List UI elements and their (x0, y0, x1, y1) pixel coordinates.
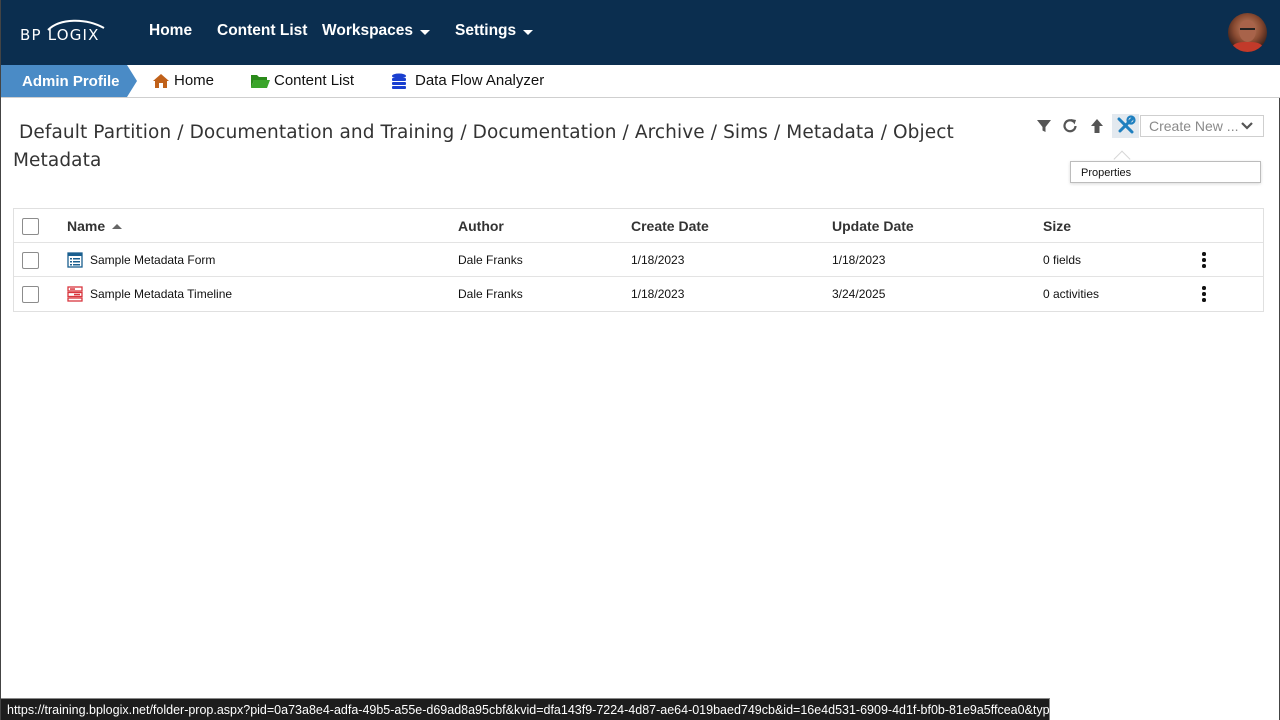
form-icon (67, 252, 83, 268)
row-name-cell[interactable]: Sample Metadata Form (67, 243, 215, 277)
row-size: 0 activities (1043, 287, 1100, 301)
user-avatar[interactable] (1228, 13, 1267, 52)
table-row[interactable]: Sample Metadata Timeline Dale Franks 1/1… (14, 277, 1263, 311)
nav-home-label: Home (149, 22, 193, 39)
secondary-navbar: Admin Profile Home Content List Data Flo… (1, 65, 1280, 98)
kebab-menu-icon (1199, 252, 1209, 268)
subnav-home[interactable]: Home (152, 72, 214, 89)
subnav-home-label: Home (174, 72, 215, 89)
row-update-date: 1/18/2023 (832, 253, 886, 267)
row-size: 0 fields (1043, 253, 1082, 267)
row-actions-menu[interactable] (1199, 243, 1209, 277)
folder-open-icon (251, 74, 270, 88)
header-size[interactable]: Size (1043, 209, 1071, 243)
header-author[interactable]: Author (458, 209, 504, 243)
content-table: Name Author Create Date Update Date Size… (13, 208, 1264, 312)
row-checkbox[interactable] (22, 251, 39, 269)
arrow-up-icon[interactable] (1087, 116, 1107, 136)
header-name[interactable]: Name (67, 209, 123, 243)
row-name[interactable]: Sample Metadata Timeline (90, 287, 232, 301)
refresh-icon[interactable] (1060, 116, 1080, 136)
row-actions-menu[interactable] (1199, 277, 1209, 311)
nav-home[interactable]: Home (149, 22, 192, 40)
bp-logix-logo[interactable]: BP LOGIX (20, 18, 106, 46)
row-author: Dale Franks (458, 253, 523, 267)
chevron-down-icon (1241, 122, 1253, 130)
home-icon (153, 73, 169, 88)
caret-down-icon (420, 29, 431, 35)
subnav-data-flow-analyzer-label: Data Flow Analyzer (415, 72, 545, 89)
avatar-face (1239, 20, 1256, 42)
table-row[interactable]: Sample Metadata Form Dale Franks 1/18/20… (14, 243, 1263, 277)
properties-button[interactable] (1112, 114, 1139, 138)
create-new-dropdown[interactable]: Create New ... (1140, 115, 1264, 137)
nav-settings-label: Settings (455, 22, 517, 39)
select-all-checkbox[interactable] (22, 217, 39, 235)
subnav-content-list-label: Content List (274, 72, 355, 89)
caret-down-icon (523, 29, 534, 35)
nav-workspaces-label: Workspaces (322, 22, 414, 39)
properties-tooltip: Properties (1070, 161, 1261, 183)
row-checkbox-cell (22, 243, 39, 277)
filter-icon[interactable] (1034, 116, 1054, 136)
logo-text: BP LOGIX (20, 26, 100, 44)
row-author: Dale Franks (458, 287, 523, 301)
status-bar-url: https://training.bplogix.net/folder-prop… (1, 698, 1050, 720)
folder-path-breadcrumb: Default Partition / Documentation and Tr… (13, 122, 954, 171)
header-name-label: Name (67, 218, 106, 234)
admin-profile-tab[interactable]: Admin Profile (1, 65, 137, 97)
header-update-date[interactable]: Update Date (832, 209, 914, 243)
row-name[interactable]: Sample Metadata Form (90, 253, 215, 267)
row-create-date: 1/18/2023 (631, 253, 685, 267)
select-all-checkbox-cell (22, 209, 39, 243)
database-icon (392, 73, 406, 89)
row-create-date: 1/18/2023 (631, 287, 685, 301)
table-header-row: Name Author Create Date Update Date Size (14, 209, 1263, 243)
avatar-glasses (1240, 28, 1255, 31)
create-new-label: Create New ... (1149, 118, 1239, 134)
row-name-cell[interactable]: Sample Metadata Timeline (67, 277, 232, 311)
row-checkbox[interactable] (22, 285, 39, 303)
admin-profile-label: Admin Profile (22, 73, 120, 90)
row-checkbox-cell (22, 277, 39, 311)
nav-workspaces[interactable]: Workspaces (322, 22, 431, 40)
kebab-menu-icon (1199, 286, 1209, 302)
subnav-content-list[interactable]: Content List (250, 72, 354, 89)
nav-settings[interactable]: Settings (455, 22, 534, 40)
nav-content-list[interactable]: Content List (217, 22, 307, 40)
nav-content-list-label: Content List (217, 22, 308, 39)
sort-ascending-icon (112, 224, 123, 229)
avatar-shirt (1232, 42, 1263, 52)
subnav-data-flow-analyzer[interactable]: Data Flow Analyzer (390, 72, 544, 89)
row-update-date: 3/24/2025 (832, 287, 886, 301)
wrench-screwdriver-icon (1117, 115, 1136, 134)
top-navbar: BP LOGIX Home Content List Workspaces Se… (1, 0, 1280, 65)
timeline-icon (67, 286, 83, 302)
header-create-date[interactable]: Create Date (631, 209, 709, 243)
